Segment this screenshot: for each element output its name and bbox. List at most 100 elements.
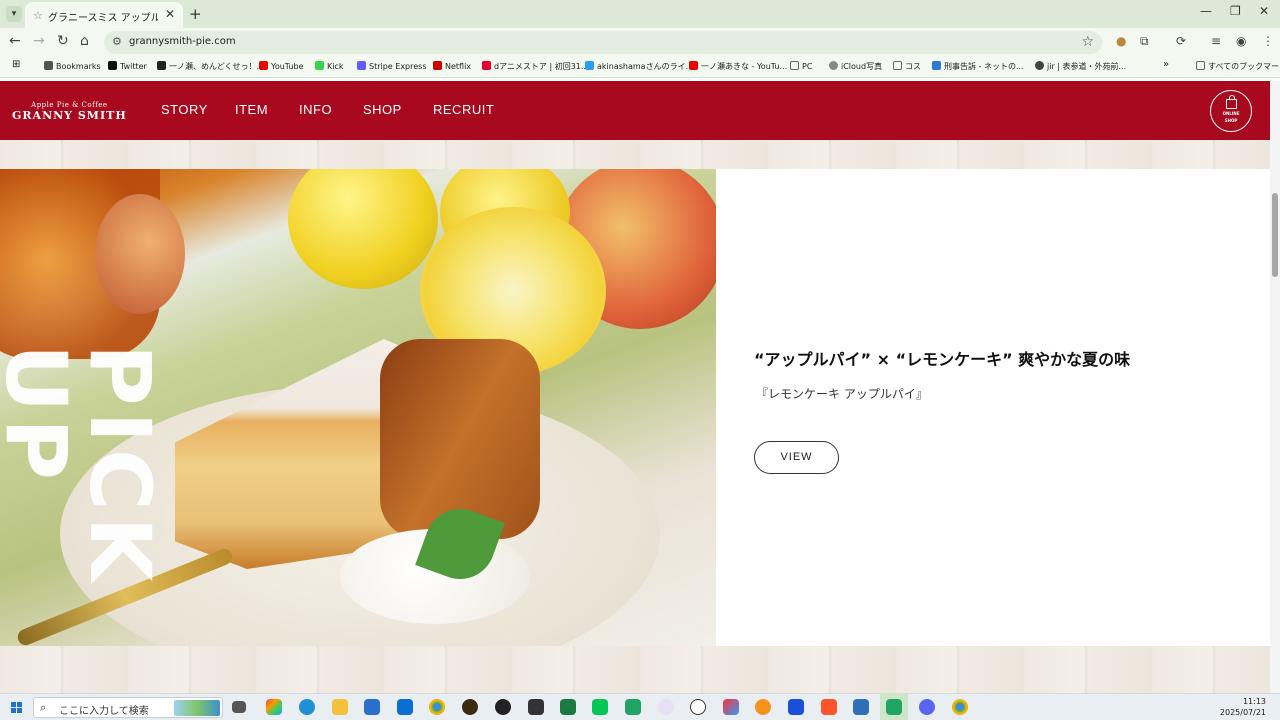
lemon-image [288, 169, 438, 289]
task-view-icon[interactable] [232, 701, 246, 713]
search-icon: ⌕ [40, 701, 47, 714]
kick-icon [315, 61, 324, 70]
bookmark-item[interactable]: jir | 表参道・外苑前... [1035, 61, 1126, 72]
bookmark-item[interactable]: dアニメストア | 初回31... [482, 61, 589, 72]
pickup-photo[interactable]: PICK UP [0, 169, 716, 646]
bookmark-item[interactable]: 刑事告訴 - ネットの... [932, 61, 1024, 72]
close-window-icon[interactable]: ✕ [1259, 4, 1269, 18]
profile-avatar-icon[interactable]: ◉ [1236, 34, 1246, 48]
reload-icon[interactable]: ↻ [57, 33, 69, 49]
youtube-icon [259, 61, 268, 70]
home-icon[interactable]: ⌂ [80, 33, 89, 49]
scrollbar-thumb[interactable] [1272, 193, 1278, 277]
tab-title: グラニースミス アップルパイ & コーヒー [48, 13, 158, 24]
remote-desktop-icon[interactable] [853, 699, 869, 715]
nav-shop[interactable]: SHOP [363, 102, 402, 117]
bookmark-favicon [932, 61, 941, 70]
bookmark-item[interactable]: akinashamaさんのライ... [585, 61, 693, 72]
bookmark-item[interactable]: Netflix [433, 61, 471, 71]
app-icon[interactable] [462, 699, 478, 715]
app-icon[interactable] [723, 699, 739, 715]
online-shop-button[interactable]: ONLINE SHOP [1210, 90, 1252, 132]
browser-tab[interactable]: ☆ グラニースミス アップルパイ & コーヒー ✕ [25, 2, 183, 28]
taskbar-search-placeholder: ここに入力して検索 [59, 706, 149, 717]
bookmarks-bar: ⊞ Bookmarks Twitter 一ノ瀬、めんどくせっ！... YouTu… [0, 56, 1280, 78]
file-explorer-icon[interactable] [332, 699, 348, 715]
line-icon[interactable] [592, 699, 608, 715]
bookmark-item[interactable]: iCloud写真 [829, 61, 882, 72]
taskbar-search-box[interactable]: ⌕ ここに入力して検索 [33, 697, 223, 718]
more-bookmarks-icon[interactable]: » [1163, 59, 1169, 70]
youtube-icon [689, 61, 698, 70]
wood-background-bottom [0, 646, 1270, 693]
globe-icon [1035, 61, 1044, 70]
stripe-icon [357, 61, 366, 70]
all-bookmarks-folder[interactable]: すべてのブックマーク [1196, 61, 1280, 72]
minimize-icon[interactable]: — [1200, 4, 1212, 18]
bookmark-favicon [585, 61, 594, 70]
chrome-icon[interactable] [429, 699, 445, 715]
copilot-icon[interactable] [266, 699, 282, 715]
bookmark-item[interactable]: Twitter [108, 61, 147, 71]
view-button[interactable]: VIEW [754, 441, 839, 474]
store-icon[interactable] [364, 699, 380, 715]
site-logo[interactable]: Apple Pie & Coffee GRANNY SMITH [12, 101, 127, 122]
bookmark-folder[interactable]: PC [790, 61, 812, 71]
browser-toolbar: ← → ↻ ⌂ ⚙ grannysmith-pie.com ☆ ● ⧉ ⟳ ≡ … [0, 28, 1280, 56]
itunes-icon[interactable] [658, 699, 674, 715]
brave-icon[interactable] [821, 699, 837, 715]
browser-tab-strip: ▾ ☆ グラニースミス アップルパイ & コーヒー ✕ + — ❐ ✕ [0, 0, 1280, 28]
bookmark-favicon [157, 61, 166, 70]
nav-recruit[interactable]: RECRUIT [433, 102, 494, 117]
url-text: grannysmith-pie.com [129, 36, 236, 47]
bookmark-folder[interactable]: コス [893, 61, 921, 72]
page-scrollbar[interactable] [1270, 81, 1280, 693]
app-icon[interactable] [755, 699, 771, 715]
extensions-puzzle-icon[interactable]: ⧉ [1140, 34, 1149, 49]
folder-icon [893, 61, 902, 70]
nav-info[interactable]: INFO [299, 102, 332, 117]
address-bar[interactable]: ⚙ grannysmith-pie.com ☆ [104, 31, 1102, 54]
bookmark-item[interactable]: Kick [315, 61, 344, 71]
bookmark-item[interactable]: 一ノ瀬、めんどくせっ！... [157, 61, 264, 72]
pickup-subtitle: 『レモンケーキ アップルパイ』 [756, 387, 928, 401]
taskbar-clock[interactable]: 11:13 2025/07/21 [1220, 696, 1266, 718]
app-icon[interactable] [886, 699, 902, 715]
clock-time: 11:13 [1242, 697, 1266, 706]
ncv-icon[interactable] [528, 699, 544, 715]
reading-list-icon[interactable]: ≡ [1211, 34, 1221, 48]
netflix-icon [433, 61, 442, 70]
search-highlight-image [174, 700, 220, 716]
bookmark-star-icon[interactable]: ☆ [1081, 34, 1094, 50]
windows-start-icon[interactable] [11, 702, 22, 713]
nav-item[interactable]: ITEM [235, 102, 268, 117]
bookmark-item[interactable]: YouTube [259, 61, 304, 71]
apps-grid-icon[interactable]: ⊞ [12, 59, 20, 70]
edge-icon[interactable] [299, 699, 315, 715]
outlook-icon[interactable] [397, 699, 413, 715]
back-icon[interactable]: ← [9, 33, 21, 49]
app-icon[interactable] [495, 699, 511, 715]
extension-icon[interactable]: ● [1116, 34, 1126, 48]
new-tab-icon[interactable]: + [189, 5, 202, 23]
site-info-icon[interactable]: ⚙ [112, 35, 122, 48]
chrome-profile-icon[interactable] [952, 699, 968, 715]
translate-icon[interactable]: ⟳ [1176, 34, 1186, 48]
bookmark-item[interactable]: 一ノ瀬あきな - YouTu... [689, 61, 787, 72]
globe-icon: ☆ [33, 9, 43, 22]
chatgpt-icon[interactable] [690, 699, 706, 715]
menu-kebab-icon[interactable]: ⋮ [1262, 34, 1274, 48]
app-icon[interactable] [788, 699, 804, 715]
restore-icon[interactable]: ❐ [1230, 4, 1241, 18]
x-logo-icon [108, 61, 117, 70]
bookmark-item[interactable]: Stripe Express [357, 61, 427, 71]
discord-icon[interactable] [919, 699, 935, 715]
forward-icon[interactable]: → [33, 33, 45, 49]
nav-story[interactable]: STORY [161, 102, 208, 117]
bookmark-item[interactable]: Bookmarks [44, 61, 101, 71]
wood-background-top [0, 140, 1270, 169]
excel-icon[interactable] [560, 699, 576, 715]
close-tab-icon[interactable]: ✕ [165, 7, 175, 21]
tab-search-icon[interactable]: ▾ [6, 6, 22, 22]
app-icon[interactable] [625, 699, 641, 715]
